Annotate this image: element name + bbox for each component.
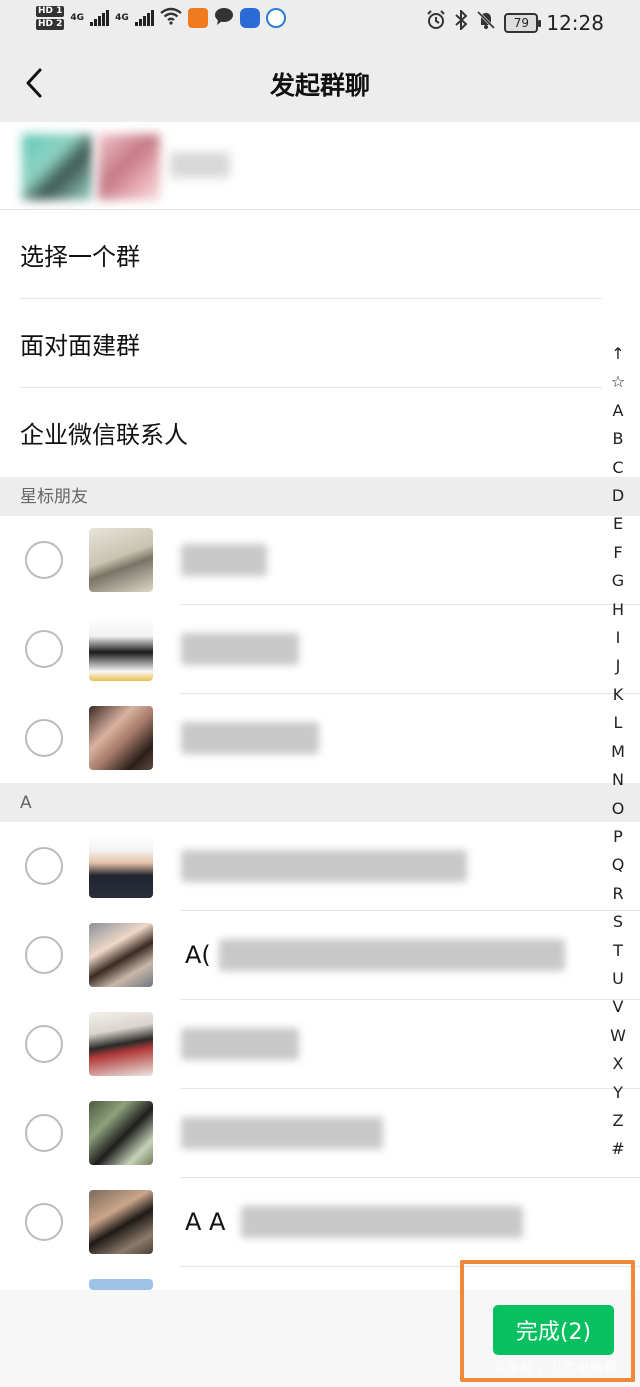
index-letter[interactable]: U	[612, 965, 624, 993]
signal-icon-2	[134, 10, 154, 26]
status-bar: HD 1 HD 2 4G 4G 79 12:28	[0, 0, 640, 44]
message-icon	[214, 7, 234, 30]
selected-avatar-1[interactable]	[22, 134, 92, 200]
index-letter[interactable]: S	[613, 908, 623, 936]
alphabet-index[interactable]: ↑ ☆ A B C D E F G H I J K L M N O P Q R S T U V W X Y Z #	[606, 340, 630, 1164]
index-letter[interactable]: E	[613, 510, 623, 538]
status-right: 79 12:28	[426, 8, 604, 35]
index-letter[interactable]: N	[612, 766, 624, 794]
done-button[interactable]: 完成(2)	[493, 1305, 614, 1355]
avatar	[89, 528, 153, 592]
index-letter[interactable]: V	[613, 993, 624, 1021]
search-input[interactable]	[170, 152, 230, 178]
index-letter[interactable]: G	[612, 567, 624, 595]
mute-bell-icon	[476, 10, 496, 35]
index-letter[interactable]: A	[613, 397, 624, 425]
face-to-face-group-row[interactable]: 面对面建群	[0, 299, 640, 388]
contact-row[interactable]	[0, 694, 640, 783]
index-letter[interactable]: Q	[612, 851, 625, 879]
index-letter[interactable]: K	[613, 681, 624, 709]
app-icon-blue	[265, 8, 286, 28]
battery-icon: 79	[504, 12, 542, 33]
contact-name-prefix: A A	[185, 1208, 226, 1236]
contact-row[interactable]	[0, 1089, 640, 1178]
index-letter[interactable]: #	[611, 1135, 624, 1163]
select-checkbox[interactable]	[25, 1203, 63, 1241]
index-letter[interactable]: F	[613, 539, 622, 567]
select-checkbox[interactable]	[25, 936, 63, 974]
nav-bar: 发起群聊	[0, 44, 640, 122]
index-letter[interactable]: W	[610, 1022, 626, 1050]
select-checkbox[interactable]	[25, 541, 63, 579]
index-letter[interactable]: ☆	[611, 368, 625, 396]
contact-name-prefix: A(	[185, 941, 211, 969]
index-letter[interactable]: L	[614, 709, 623, 737]
bluetooth-icon	[454, 8, 468, 35]
index-letter[interactable]: D	[612, 482, 624, 510]
index-letter[interactable]: H	[612, 596, 624, 624]
selected-members-strip[interactable]	[0, 122, 640, 210]
select-checkbox[interactable]	[25, 847, 63, 885]
select-checkbox[interactable]	[25, 1114, 63, 1152]
network-type-2: 4G	[115, 13, 129, 23]
qq-icon	[239, 8, 260, 28]
avatar	[89, 923, 153, 987]
index-letter[interactable]: M	[611, 738, 625, 766]
contact-row[interactable]	[0, 605, 640, 694]
contact-row[interactable]	[0, 1000, 640, 1089]
wecom-contacts-row[interactable]: 企业微信联系人	[0, 388, 640, 477]
watermark: 头条号 / 小杰电脑帮	[492, 1361, 618, 1377]
index-letter[interactable]: R	[612, 880, 623, 908]
avatar	[89, 834, 153, 898]
index-letter[interactable]: X	[613, 1050, 624, 1078]
status-left: HD 1 HD 2 4G 4G	[36, 6, 286, 30]
index-letter[interactable]: I	[616, 624, 621, 652]
avatar	[89, 1279, 153, 1290]
app-notification-icon	[187, 8, 208, 28]
hd1-badge: HD 1	[36, 6, 65, 17]
select-checkbox[interactable]	[25, 719, 63, 757]
alarm-icon	[426, 10, 446, 35]
index-letter[interactable]: Z	[613, 1107, 624, 1135]
index-letter[interactable]: P	[613, 823, 623, 851]
wecom-contacts-label: 企业微信联系人	[20, 421, 188, 449]
contact-row[interactable]	[0, 822, 640, 911]
index-letter[interactable]: T	[613, 937, 623, 965]
hd2-badge: HD 2	[36, 19, 65, 30]
contact-row[interactable]	[0, 1267, 640, 1290]
index-letter[interactable]: ↑	[611, 340, 624, 368]
index-letter[interactable]: Y	[613, 1079, 623, 1107]
select-checkbox[interactable]	[25, 630, 63, 668]
avatar	[89, 1012, 153, 1076]
face-to-face-label: 面对面建群	[20, 332, 140, 360]
index-letter[interactable]: C	[612, 454, 623, 482]
wifi-icon	[159, 7, 182, 30]
network-type-1: 4G	[70, 13, 85, 23]
clock: 12:28	[546, 10, 604, 35]
index-letter[interactable]: B	[613, 425, 624, 453]
index-letter[interactable]: J	[616, 652, 621, 680]
avatar	[89, 1190, 153, 1254]
select-group-row[interactable]: 选择一个群	[0, 210, 640, 299]
section-header-a: A	[0, 785, 640, 822]
avatar	[89, 617, 153, 681]
contact-row[interactable]: A A	[0, 1178, 640, 1267]
index-letter[interactable]: O	[612, 795, 625, 823]
contact-row[interactable]: A(	[0, 911, 640, 1000]
selected-avatar-2[interactable]	[98, 134, 160, 200]
top-panel: 选择一个群 面对面建群 企业微信联系人	[0, 122, 640, 477]
contact-row[interactable]	[0, 516, 640, 605]
page-title: 发起群聊	[269, 71, 370, 100]
section-header-starred: 星标朋友	[0, 479, 640, 516]
avatar	[89, 1101, 153, 1165]
signal-icon	[90, 10, 110, 26]
select-checkbox[interactable]	[25, 1025, 63, 1063]
avatar	[89, 706, 153, 770]
select-group-label: 选择一个群	[20, 243, 140, 271]
